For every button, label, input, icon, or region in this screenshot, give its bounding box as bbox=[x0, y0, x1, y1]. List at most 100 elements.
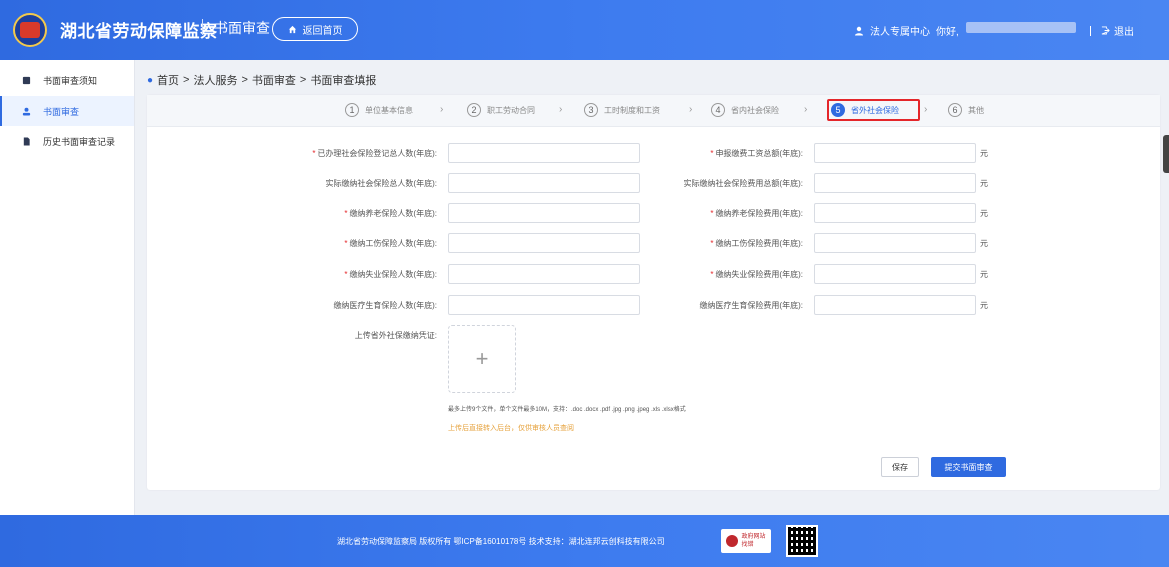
step-6[interactable]: 6 其他 bbox=[948, 103, 984, 117]
required-mark: * bbox=[710, 239, 714, 248]
footer: 湖北省劳动保障监察局 版权所有 鄂ICP备16010178号 技术支持：湖北连邦… bbox=[0, 515, 1169, 567]
step-label: 其他 bbox=[968, 105, 984, 115]
sidebar-item-notice[interactable]: 书面审查须知 bbox=[0, 65, 134, 95]
step-3[interactable]: 3 工时制度和工资 bbox=[584, 103, 660, 117]
logout-divider bbox=[1090, 25, 1091, 36]
required-mark: * bbox=[344, 239, 348, 248]
field-label-text: 缴纳工伤保险人数(年底): bbox=[349, 239, 437, 248]
step-number: 3 bbox=[584, 103, 598, 117]
site-title: 湖北省劳动保障监察 bbox=[60, 22, 218, 41]
field-label: * 缴纳失业保险人数(年底): bbox=[247, 269, 437, 280]
chevron-right-icon: › bbox=[559, 104, 563, 115]
step-label: 单位基本信息 bbox=[365, 105, 413, 115]
breadcrumb-home[interactable]: 首页 bbox=[157, 72, 179, 88]
left-field-input-5[interactable] bbox=[448, 264, 640, 284]
sidebar-item-history[interactable]: 历史书面审查记录 bbox=[0, 126, 134, 156]
field-label-text: 实际缴纳社会保险费用总额(年底): bbox=[683, 179, 803, 188]
step-1[interactable]: 1 单位基本信息 bbox=[345, 103, 413, 117]
right-field-input-3[interactable] bbox=[814, 203, 976, 223]
book-icon bbox=[22, 76, 31, 84]
step-number: 5 bbox=[831, 103, 845, 117]
field-label-text: 缴纳养老保险费用(年底): bbox=[715, 209, 803, 218]
upload-warning: 上传后直接转入后台，仅供审核人员查阅 bbox=[448, 425, 574, 432]
submit-review-button[interactable]: 提交书面审查 bbox=[931, 457, 1006, 477]
currency-unit: 元 bbox=[980, 270, 988, 279]
breadcrumb: ● 首页 > 法人服务 > 书面审查 > 书面审查填报 bbox=[147, 72, 376, 88]
step-4[interactable]: 4 省内社会保险 bbox=[711, 103, 779, 117]
person-icon bbox=[22, 107, 31, 116]
field-label-text: 缴纳失业保险人数(年底): bbox=[349, 270, 437, 279]
field-label: 实际缴纳社会保险费用总额(年底): bbox=[617, 178, 803, 189]
upload-hint: 最多上传9个文件，单个文件最多10M，支持：.doc .docx .pdf .j… bbox=[448, 407, 686, 413]
step-number: 2 bbox=[467, 103, 481, 117]
breadcrumb-separator: > bbox=[183, 74, 190, 86]
step-number: 1 bbox=[345, 103, 359, 117]
step-5[interactable]: 5 省外社会保险 bbox=[831, 103, 899, 117]
field-label-text: 缴纳工伤保险费用(年底): bbox=[715, 239, 803, 248]
document-icon bbox=[23, 136, 30, 146]
back-home-label: 返回首页 bbox=[302, 25, 343, 37]
field-label-text: 缴纳失业保险费用(年底): bbox=[715, 270, 803, 279]
sidebar-item-label: 历史书面审查记录 bbox=[43, 136, 116, 147]
right-field-input-4[interactable] bbox=[814, 233, 976, 253]
left-field-input-1[interactable] bbox=[448, 143, 640, 163]
logout-label: 退出 bbox=[1114, 27, 1134, 38]
chevron-right-icon: › bbox=[689, 104, 693, 115]
user-center-label: 法人专属中心 bbox=[870, 27, 930, 38]
form-panel: 1 单位基本信息 › 2 职工劳动合同 › 3 工时制度和工资 › 4 省内社会… bbox=[147, 95, 1160, 490]
qr-code-icon bbox=[786, 525, 818, 557]
upload-label: 上传省外社保缴纳凭证: bbox=[354, 331, 437, 340]
left-field-input-6[interactable] bbox=[448, 295, 640, 315]
step-number: 6 bbox=[948, 103, 962, 117]
step-number: 4 bbox=[711, 103, 725, 117]
side-float-tab[interactable] bbox=[1163, 135, 1169, 173]
step-label: 省外社会保险 bbox=[851, 105, 899, 115]
field-label: * 缴纳工伤保险费用(年底): bbox=[617, 238, 803, 249]
left-field-input-4[interactable] bbox=[448, 233, 640, 253]
breadcrumb-review[interactable]: 书面审查 bbox=[252, 72, 296, 88]
footer-copyright: 湖北省劳动保障监察局 版权所有 鄂ICP备16010178号 技术支持：湖北连邦… bbox=[337, 537, 665, 546]
sidebar-item-label: 书面审查须知 bbox=[43, 75, 98, 86]
step-label: 省内社会保险 bbox=[731, 105, 779, 115]
logout-button[interactable]: 退出 bbox=[1090, 23, 1134, 38]
field-label: * 缴纳工伤保险人数(年底): bbox=[247, 238, 437, 249]
home-icon bbox=[288, 25, 296, 33]
currency-unit: 元 bbox=[980, 209, 988, 218]
field-label: 缴纳医疗生育保险费用(年底): bbox=[617, 300, 803, 311]
field-label: * 缴纳养老保险费用(年底): bbox=[617, 208, 803, 219]
upload-box[interactable]: + bbox=[448, 325, 516, 393]
field-label: * 申报缴费工资总额(年底): bbox=[617, 148, 803, 159]
user-center[interactable]: 法人专属中心 你好, bbox=[854, 23, 959, 38]
required-mark: * bbox=[710, 149, 714, 158]
user-icon bbox=[855, 26, 863, 35]
currency-unit: 元 bbox=[980, 179, 988, 188]
field-label-text: 申报缴费工资总额(年底): bbox=[715, 149, 803, 158]
field-label-text: 已办理社会保险登记总人数(年底): bbox=[317, 149, 437, 158]
right-field-input-6[interactable] bbox=[814, 295, 976, 315]
right-field-input-5[interactable] bbox=[814, 264, 976, 284]
sidebar: 书面审查须知 书面审查 历史书面审查记录 bbox=[0, 60, 135, 515]
top-header: 湖北省劳动保障监察 书面审查 返回首页 法人专属中心 你好, 退出 bbox=[0, 0, 1169, 60]
required-mark: * bbox=[312, 149, 316, 158]
left-field-input-3[interactable] bbox=[448, 203, 640, 223]
field-label: * 缴纳养老保险人数(年底): bbox=[247, 208, 437, 219]
sidebar-item-review[interactable]: 书面审查 bbox=[0, 96, 134, 126]
chevron-right-icon: › bbox=[440, 104, 444, 115]
field-label: 实际缴纳社会保险总人数(年底): bbox=[247, 178, 437, 189]
gov-site-error-badge[interactable]: 政府网站 找错 bbox=[721, 529, 771, 553]
step-bar: 1 单位基本信息 › 2 职工劳动合同 › 3 工时制度和工资 › 4 省内社会… bbox=[147, 95, 1160, 127]
right-field-input-2[interactable] bbox=[814, 173, 976, 193]
logout-icon bbox=[1101, 26, 1110, 35]
step-label: 工时制度和工资 bbox=[604, 105, 660, 115]
step-2[interactable]: 2 职工劳动合同 bbox=[467, 103, 535, 117]
back-home-button[interactable]: 返回首页 bbox=[272, 17, 358, 41]
currency-unit: 元 bbox=[980, 239, 988, 248]
title-divider bbox=[202, 19, 203, 35]
field-label: * 缴纳失业保险费用(年底): bbox=[617, 269, 803, 280]
chevron-right-icon: › bbox=[804, 104, 808, 115]
breadcrumb-legal-service[interactable]: 法人服务 bbox=[193, 72, 237, 88]
left-field-input-2[interactable] bbox=[448, 173, 640, 193]
save-button[interactable]: 保存 bbox=[881, 457, 919, 477]
step-label: 职工劳动合同 bbox=[487, 105, 535, 115]
right-field-input-1[interactable] bbox=[814, 143, 976, 163]
